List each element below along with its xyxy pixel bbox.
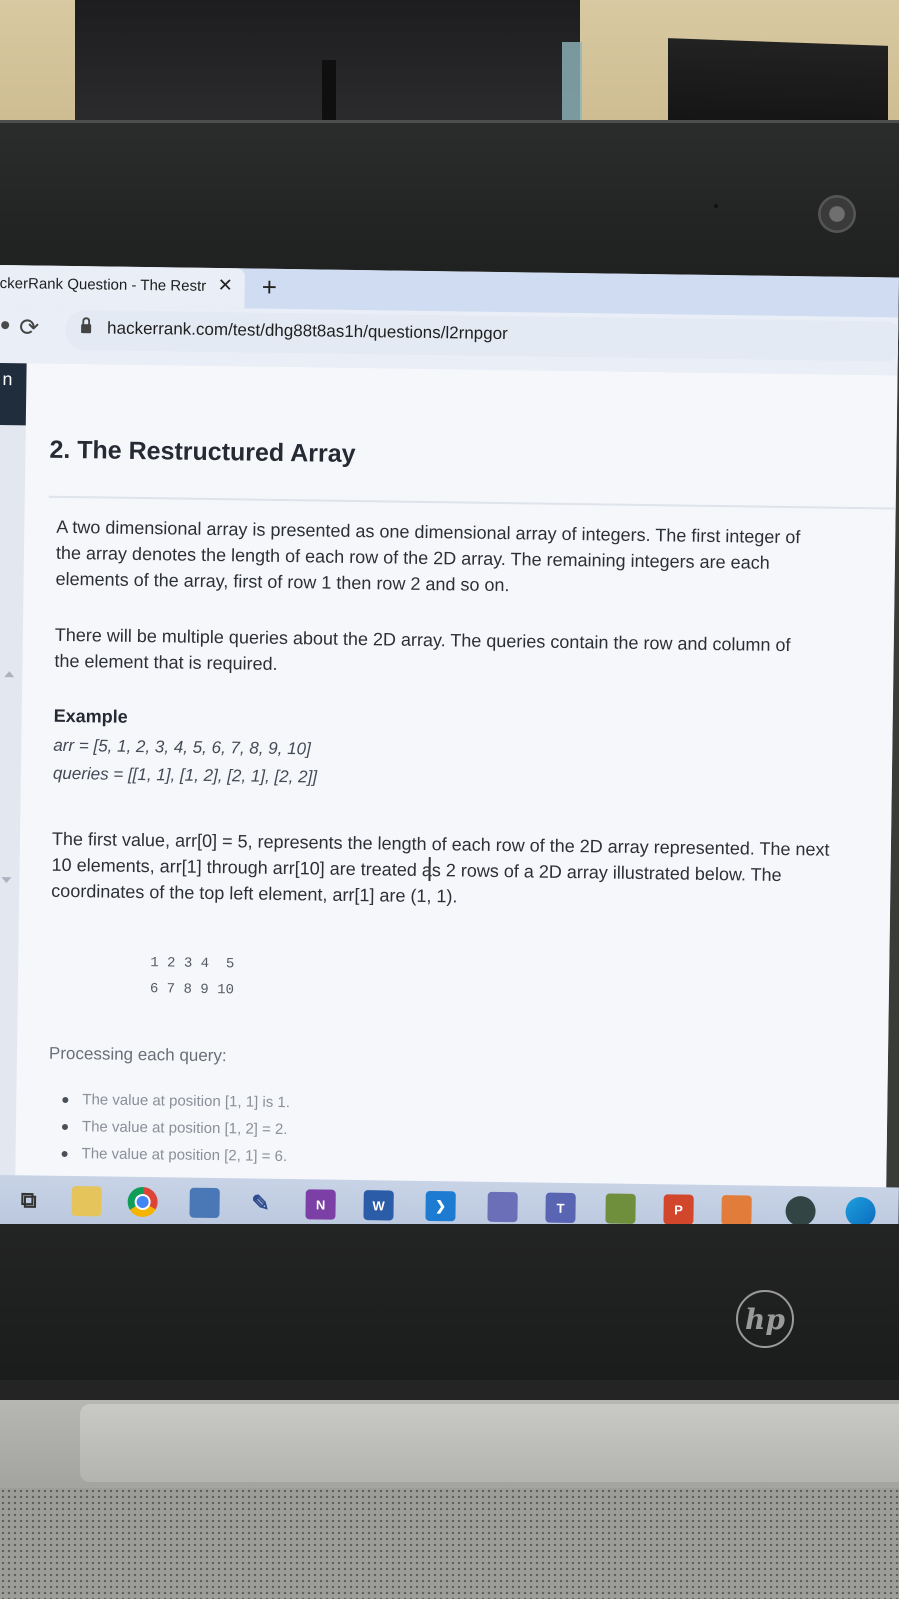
laptop-top-bezel <box>0 120 899 283</box>
scroll-up-arrow-icon[interactable] <box>4 671 15 678</box>
address-bar[interactable]: hackerrank.com/test/dhg88t8as1h/question… <box>64 309 899 362</box>
url-text[interactable]: hackerrank.com/test/dhg88t8as1h/question… <box>107 319 508 345</box>
app-icon[interactable] <box>785 1195 816 1227</box>
powerpoint-icon[interactable]: P <box>663 1194 694 1225</box>
page-content: n 2. The Restructured Array A two dimens… <box>0 362 899 1238</box>
onenote-icon[interactable]: N <box>305 1189 336 1220</box>
rail-letter: n <box>2 369 13 390</box>
matrix-row-2: 6 7 8 9 10 <box>149 981 235 999</box>
speaker-grille <box>0 1488 899 1599</box>
list-item: The value at position [1, 2] = 2. <box>60 1113 290 1143</box>
description-paragraph-2: There will be multiple queries about the… <box>54 624 791 674</box>
webcam-light <box>714 204 718 208</box>
tab-hackerrank-question[interactable]: ckerRank Question - The Restr ✕ <box>0 265 245 309</box>
hp-logo: hp <box>736 1290 794 1348</box>
close-tab-icon[interactable]: ✕ <box>218 275 233 296</box>
list-item: The value at position [2, 1] = 6. <box>59 1140 289 1170</box>
description-paragraph-1: A two dimensional array is presented as … <box>55 516 801 596</box>
description-paragraph-3: The first value, arr[0] = 5, represents … <box>51 828 830 907</box>
matrix-row-1: 1 2 3 4 5 <box>150 955 235 973</box>
example-queries: queries = [[1, 1], [1, 2], [2, 1], [2, 2… <box>52 763 318 787</box>
processing-heading: Processing each query: <box>48 1043 227 1066</box>
text-cursor <box>428 857 431 882</box>
paint-icon[interactable]: ✎ <box>245 1188 275 1218</box>
left-rail: n <box>0 362 27 1226</box>
question-title: 2. The Restructured Array <box>49 435 356 468</box>
scroll-down-arrow-icon[interactable] <box>1 877 12 884</box>
task-view-icon[interactable]: ⧉ <box>13 1185 43 1215</box>
tab-title: ckerRank Question - The Restr <box>0 274 207 295</box>
word-icon[interactable]: W <box>363 1190 394 1221</box>
reload-icon[interactable]: ⟳ <box>19 313 40 342</box>
file-explorer-icon[interactable] <box>71 1186 102 1217</box>
notepad-icon[interactable] <box>605 1193 636 1224</box>
example-arr: arr = [5, 1, 2, 3, 4, 5, 6, 7, 8, 9, 10] <box>53 735 311 759</box>
laptop-deck-edge <box>80 1404 899 1482</box>
laptop-screen: ckerRank Question - The Restr ✕ + ⟳ hack… <box>0 265 899 1238</box>
vscode-icon[interactable]: ❯ <box>425 1190 456 1222</box>
webcam-icon <box>818 195 856 233</box>
title-divider <box>48 495 899 510</box>
query-result-list: The value at position [1, 1] is 1. The v… <box>59 1086 290 1170</box>
lock-icon[interactable] <box>81 317 92 334</box>
rail-header: n <box>0 362 27 426</box>
list-item: The value at position [1, 1] is 1. <box>60 1086 290 1116</box>
app-icon[interactable] <box>487 1191 518 1223</box>
app-icon[interactable] <box>721 1195 752 1226</box>
edge-icon[interactable] <box>845 1196 876 1228</box>
example-heading: Example <box>53 705 128 727</box>
back-button[interactable] <box>1 321 10 330</box>
app-icon[interactable] <box>189 1187 220 1219</box>
teams-icon[interactable]: T <box>545 1192 576 1224</box>
new-tab-button[interactable]: + <box>262 272 278 302</box>
chrome-icon[interactable] <box>127 1186 158 1218</box>
